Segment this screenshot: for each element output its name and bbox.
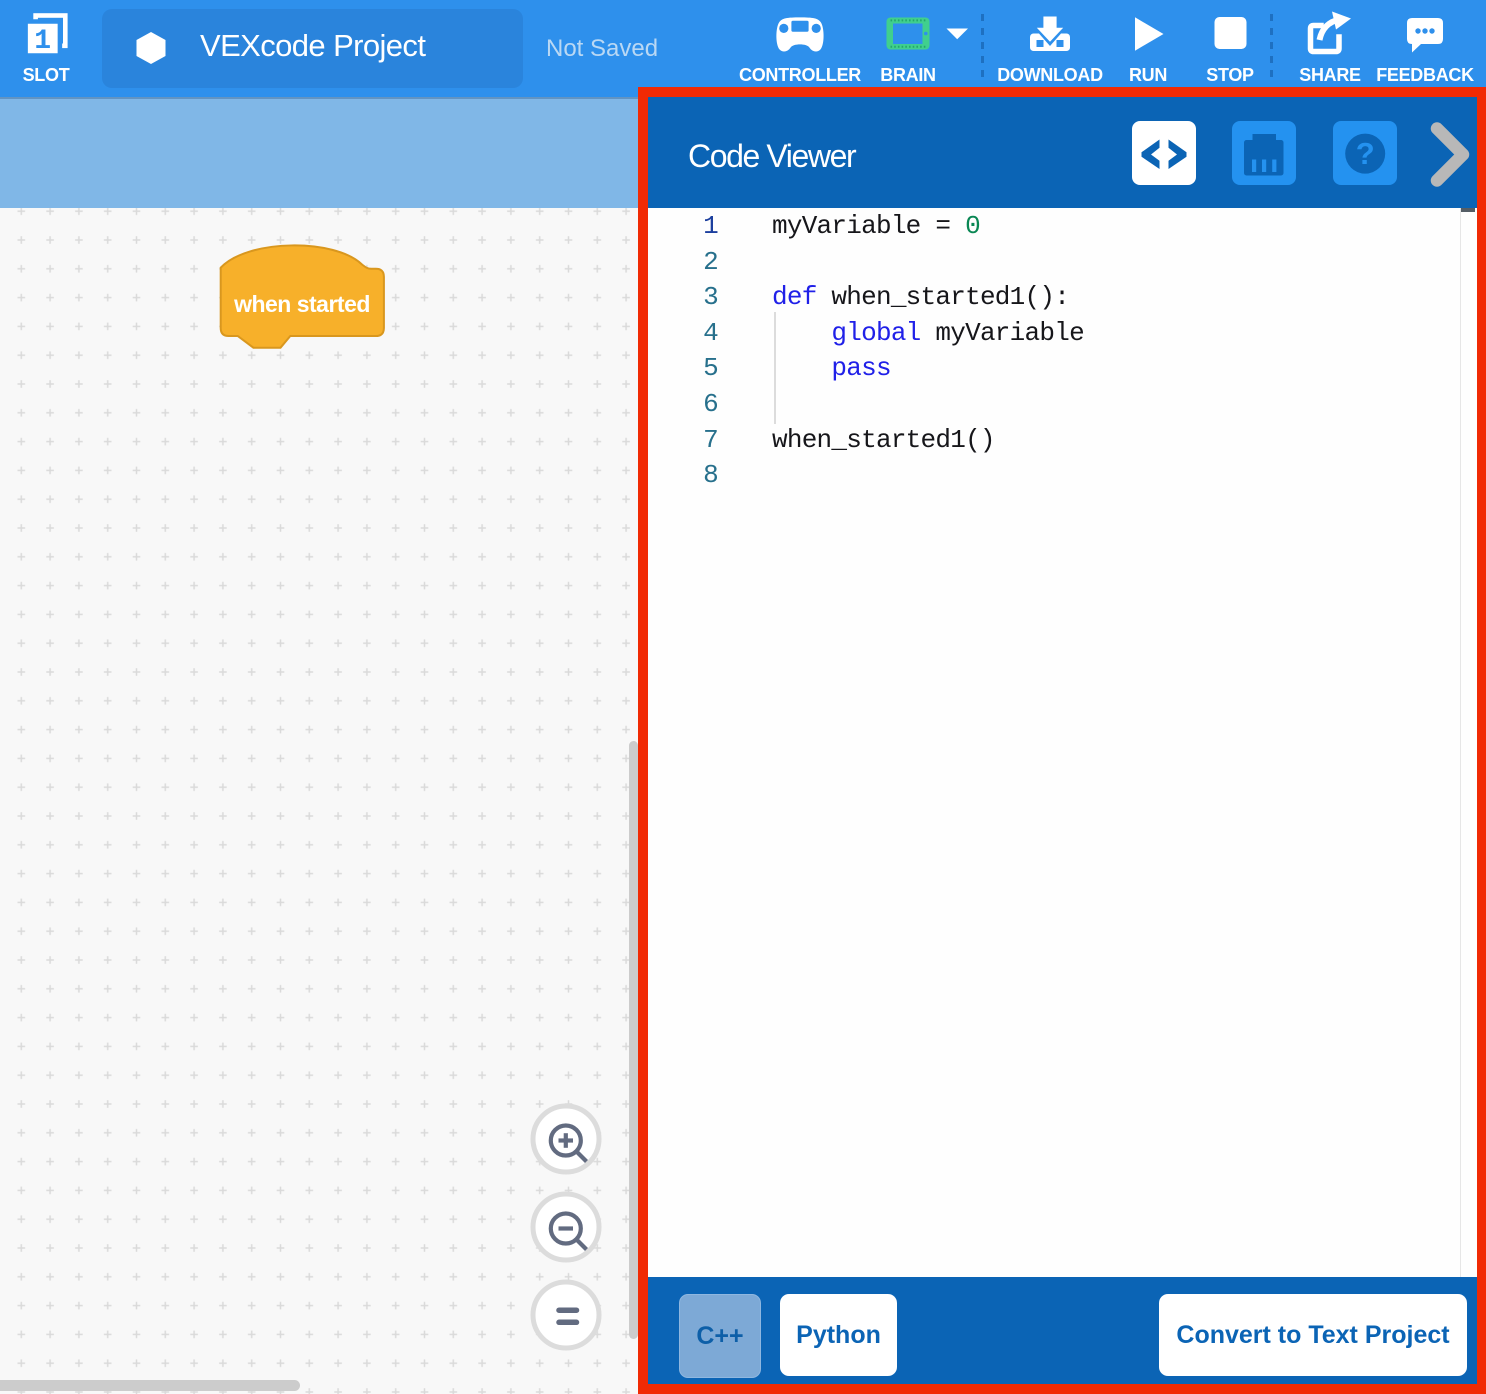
svg-text:?: ? <box>1356 136 1375 171</box>
svg-text:when started: when started <box>233 291 370 317</box>
svg-text:1: 1 <box>34 26 51 57</box>
